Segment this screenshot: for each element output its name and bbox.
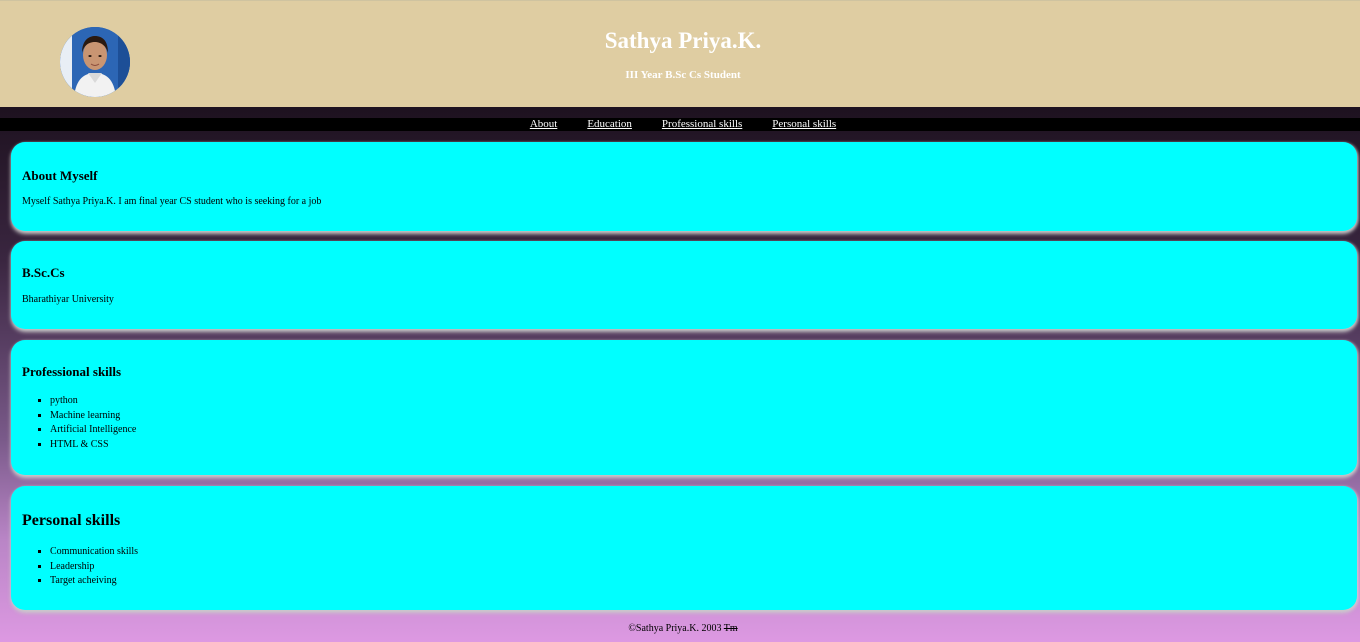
page-subtitle: III Year B.Sc Cs Student: [625, 69, 741, 81]
nav-link-professional-skills[interactable]: Professional skills: [662, 118, 742, 131]
professional-skills-card: Professional skills python Machine learn…: [11, 340, 1357, 475]
list-item: HTML & CSS: [50, 438, 136, 453]
list-item: Artificial Intelligence: [50, 423, 136, 438]
footer-trademark: Tm: [723, 623, 738, 634]
nav-link-education[interactable]: Education: [587, 118, 632, 131]
nav-links: About Education Professional skills Pers…: [0, 118, 1360, 131]
about-text: Myself Sathya Priya.K. I am final year C…: [22, 196, 322, 207]
personal-skills-card: Personal skills Communication skills Lea…: [11, 486, 1357, 610]
education-card: B.Sc.Cs Bharathiyar University: [11, 241, 1357, 329]
personal-skills-list: Communication skills Leadership Target a…: [39, 545, 138, 589]
nav-link-about[interactable]: About: [530, 118, 558, 131]
list-item: Target acheiving: [50, 574, 138, 589]
site-header: Sathya Priya.K. III Year B.Sc Cs Student: [0, 0, 1360, 107]
footer: ©Sathya Priya.K. 2003 Tm: [0, 623, 1360, 634]
about-card: About Myself Myself Sathya Priya.K. I am…: [11, 142, 1357, 231]
professional-skills-heading: Professional skills: [22, 364, 122, 379]
education-heading: B.Sc.Cs: [22, 265, 65, 280]
list-item: Machine learning: [50, 409, 136, 424]
footer-copyright: ©Sathya Priya.K. 2003: [628, 623, 722, 634]
professional-skills-list: python Machine learning Artificial Intel…: [39, 394, 136, 452]
about-heading: About Myself: [22, 168, 98, 183]
page-title: Sathya Priya.K.: [604, 28, 762, 53]
personal-skills-heading: Personal skills: [22, 512, 121, 529]
nav-link-personal-skills[interactable]: Personal skills: [772, 118, 836, 131]
education-text: Bharathiyar University: [22, 294, 114, 305]
list-item: python: [50, 394, 136, 409]
list-item: Leadership: [50, 560, 138, 575]
list-item: Communication skills: [50, 545, 138, 560]
